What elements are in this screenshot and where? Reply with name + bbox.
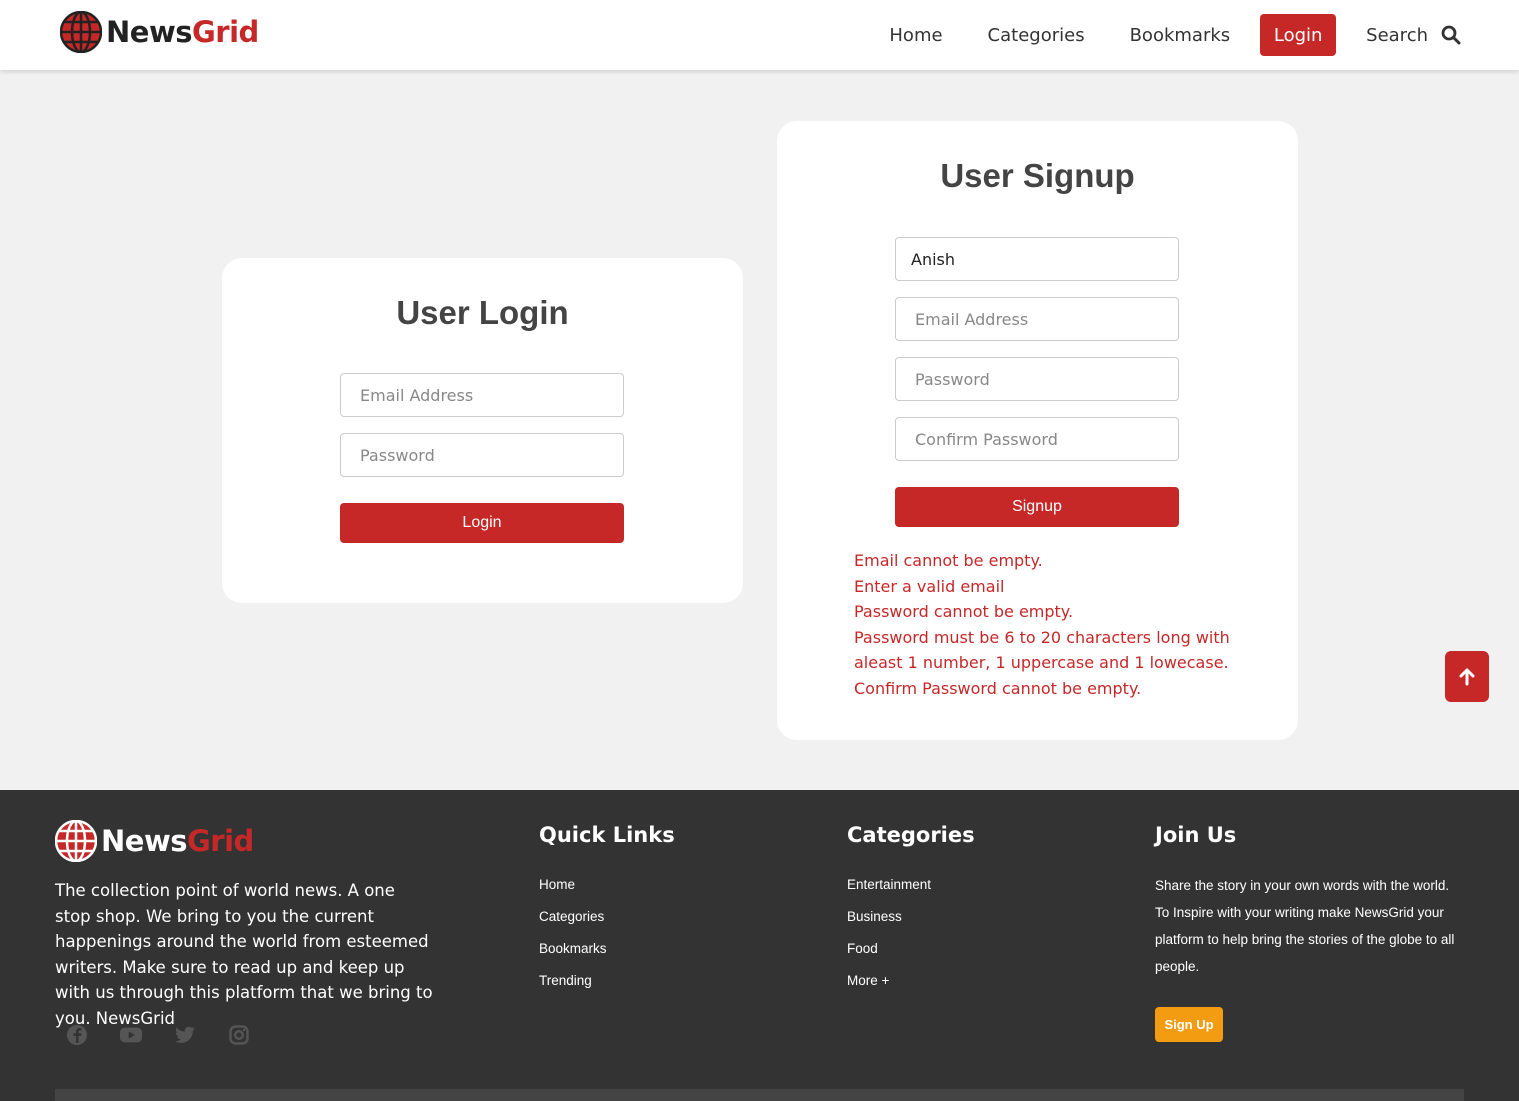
join-us-text: Share the story in your own words with t… <box>1155 878 1455 974</box>
categories-title: Categories <box>847 823 975 847</box>
search-icon[interactable] <box>1441 25 1461 45</box>
error-message: Confirm Password cannot be empty. <box>854 678 1142 698</box>
brand-part2: Grid <box>187 824 254 858</box>
navbar: NewsGrid Home Categories Bookmarks Login… <box>0 0 1519 70</box>
error-message: Enter a valid email <box>854 576 1005 596</box>
social-links <box>66 1024 282 1046</box>
nav-home[interactable]: Home <box>889 25 942 46</box>
globe-icon <box>55 820 97 862</box>
error-message: Password cannot be empty. <box>854 602 1074 622</box>
signup-confirm-password-input[interactable] <box>895 417 1179 461</box>
signup-password-input[interactable] <box>895 357 1179 401</box>
brand-name: NewsGrid <box>106 15 259 49</box>
login-button[interactable]: Login <box>340 503 624 543</box>
footer-category-entertainment[interactable]: Entertainment <box>847 877 975 909</box>
footer: NewsGrid The collection point of world n… <box>0 790 1519 1101</box>
signup-button[interactable]: Signup <box>895 487 1179 527</box>
nav-search-label: Search <box>1366 24 1428 46</box>
footer-quick-links: Quick Links Home Categories Bookmarks Tr… <box>539 823 675 1005</box>
footer-brand-name: NewsGrid <box>101 824 254 858</box>
error-message: Email cannot be empty. <box>854 551 1043 570</box>
arrow-up-icon <box>1459 668 1475 685</box>
login-password-input[interactable] <box>340 433 624 477</box>
nav-login-button[interactable]: Login <box>1260 14 1337 56</box>
footer-link-categories[interactable]: Categories <box>539 909 675 941</box>
footer-brand-logo[interactable]: NewsGrid <box>55 820 254 862</box>
brand-part1: News <box>101 824 188 858</box>
brand-logo[interactable]: NewsGrid <box>60 11 259 53</box>
footer-link-bookmarks[interactable]: Bookmarks <box>539 941 675 973</box>
footer-category-business[interactable]: Business <box>847 909 975 941</box>
signup-name-input[interactable] <box>895 237 1179 281</box>
login-title: User Login <box>396 294 569 331</box>
footer-category-more[interactable]: More + <box>847 973 975 1005</box>
nav-search[interactable]: Search <box>1366 25 1461 46</box>
nav-bookmarks[interactable]: Bookmarks <box>1130 25 1231 46</box>
footer-link-home[interactable]: Home <box>539 877 675 909</box>
footer-bottom-bar <box>55 1089 1464 1101</box>
join-signup-button[interactable]: Sign Up <box>1155 1007 1223 1042</box>
facebook-icon[interactable] <box>66 1024 88 1046</box>
footer-categories: Categories Entertainment Business Food M… <box>847 823 975 1005</box>
footer-link-trending[interactable]: Trending <box>539 973 675 1005</box>
login-email-input[interactable] <box>340 373 624 417</box>
footer-category-food[interactable]: Food <box>847 941 975 973</box>
login-card: User Login Login <box>222 258 743 603</box>
brand-part1: News <box>106 15 193 49</box>
join-us-title: Join Us <box>1155 823 1237 847</box>
youtube-icon[interactable] <box>120 1024 142 1046</box>
brand-part2: Grid <box>192 15 259 49</box>
nav-links: Home Categories Bookmarks Login Search <box>889 14 1461 56</box>
footer-about-text: The collection point of world news. A on… <box>55 881 433 1028</box>
twitter-icon[interactable] <box>174 1024 196 1046</box>
scroll-to-top-button[interactable] <box>1445 651 1489 702</box>
signup-card: User Signup Signup Email cannot be empty… <box>777 121 1298 740</box>
signup-title: User Signup <box>940 157 1135 194</box>
nav-categories[interactable]: Categories <box>988 25 1085 46</box>
globe-icon <box>60 11 102 53</box>
instagram-icon[interactable] <box>228 1024 250 1046</box>
signup-email-input[interactable] <box>895 297 1179 341</box>
quick-links-title: Quick Links <box>539 823 675 847</box>
error-message: Password must be 6 to 20 characters long… <box>854 627 1230 673</box>
signup-errors: Email cannot be empty. Enter a valid ema… <box>854 548 1234 702</box>
footer-join-us: Join Us Share the story in your own word… <box>1155 823 1465 1042</box>
